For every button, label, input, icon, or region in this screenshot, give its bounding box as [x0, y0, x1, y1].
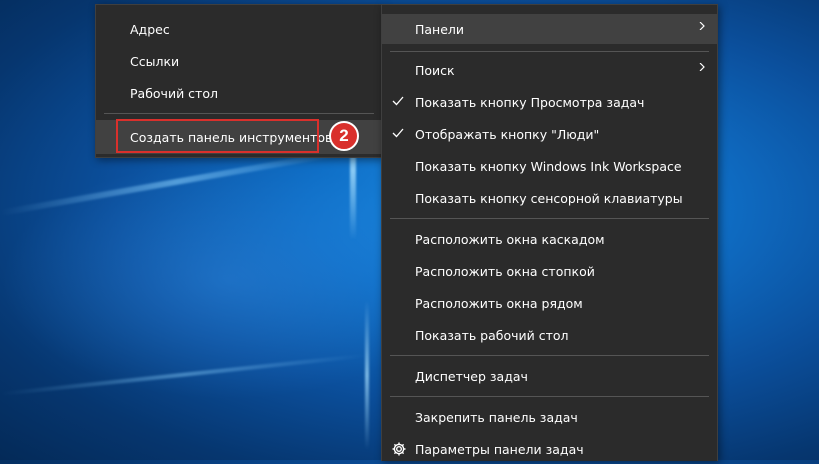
menu-item-label: Рабочий стол: [130, 85, 218, 101]
menu-item-lock-taskbar[interactable]: Закрепить панель задач: [382, 402, 717, 432]
chevron-right-icon: [699, 22, 705, 30]
menu-item-label: Расположить окна стопкой: [415, 263, 595, 279]
menu-item-cascade-windows[interactable]: Расположить окна каскадом: [382, 224, 717, 254]
menu-item-label: Показать кнопку Windows Ink Workspace: [415, 158, 682, 174]
menu-item-label: Диспетчер задач: [415, 368, 528, 384]
taskbar-context-menu: Панели Поиск Показать кнопку Просмотра з…: [381, 4, 718, 461]
menu-separator: [390, 218, 709, 219]
check-icon: [392, 96, 404, 106]
menu-item-label: Ссылки: [130, 53, 180, 69]
menu-item-label: Закрепить панель задач: [415, 409, 578, 425]
chevron-right-icon: [699, 63, 705, 71]
menu-item-toolbars[interactable]: Панели: [382, 14, 717, 44]
menu-item-show-ink-workspace[interactable]: Показать кнопку Windows Ink Workspace: [382, 151, 717, 181]
check-icon: [392, 128, 404, 138]
menu-separator: [390, 396, 709, 397]
menu-item-desktop[interactable]: Рабочий стол: [96, 78, 382, 108]
menu-item-label: Расположить окна каскадом: [415, 231, 605, 247]
menu-item-show-desktop[interactable]: Показать рабочий стол: [382, 320, 717, 350]
menu-separator: [104, 113, 374, 114]
menu-item-label: Показать рабочий стол: [415, 327, 569, 343]
menu-item-side-by-side[interactable]: Расположить окна рядом: [382, 288, 717, 318]
menu-item-label: Расположить окна рядом: [415, 295, 583, 311]
step-badge: 2: [329, 121, 359, 151]
gear-icon: [392, 442, 406, 456]
menu-item-show-touch-keyboard[interactable]: Показать кнопку сенсорной клавиатуры: [382, 183, 717, 213]
menu-separator: [390, 355, 709, 356]
menu-item-address[interactable]: Адрес: [96, 14, 382, 44]
menu-item-show-people[interactable]: Отображать кнопку "Люди": [382, 119, 717, 149]
menu-item-stack-windows[interactable]: Расположить окна стопкой: [382, 256, 717, 286]
menu-item-label: Панели: [415, 21, 465, 37]
menu-item-task-manager[interactable]: Диспетчер задач: [382, 361, 717, 391]
menu-item-links[interactable]: Ссылки: [96, 46, 382, 76]
menu-item-label: Поиск: [415, 62, 455, 78]
menu-item-label: Параметры панели задач: [415, 441, 584, 457]
menu-item-label: Адрес: [130, 21, 170, 37]
menu-item-label: Показать кнопку сенсорной клавиатуры: [415, 190, 683, 206]
menu-item-label: Показать кнопку Просмотра задач: [415, 94, 645, 110]
menu-item-show-task-view[interactable]: Показать кнопку Просмотра задач: [382, 87, 717, 117]
menu-separator: [390, 51, 709, 52]
menu-item-search[interactable]: Поиск: [382, 55, 717, 85]
highlight-frame: [116, 119, 319, 153]
menu-item-label: Отображать кнопку "Люди": [415, 126, 600, 142]
